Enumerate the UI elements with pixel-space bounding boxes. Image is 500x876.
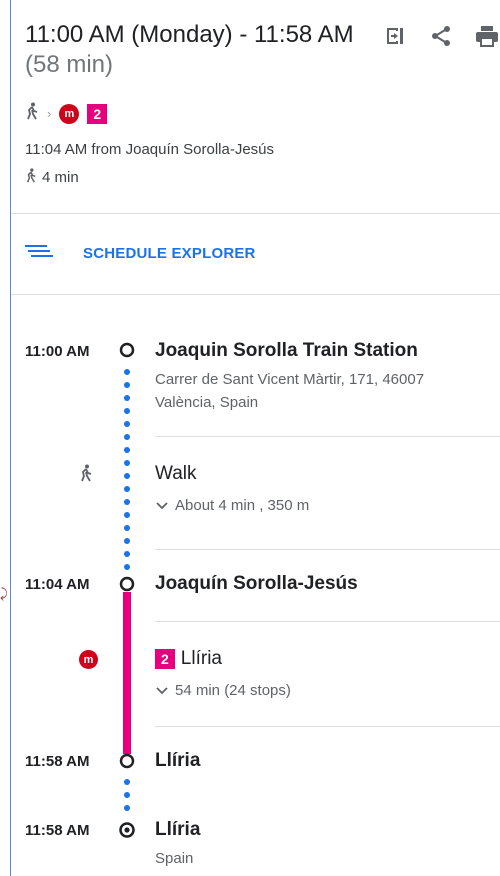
directions-panel: 11:00 AM (Monday) - 11:58 AM (58 min) › … [10,0,500,876]
metro-icon: m [79,650,98,669]
walk-details-toggle[interactable]: About 4 min , 350 m [155,497,309,514]
start-node [119,342,135,358]
start-address-line1: Carrer de Sant Vicent Màrtir, 171, 46007 [155,371,425,388]
walk-detail-text: About 4 min , 350 m [175,497,310,514]
walk-segment: Walk [155,463,197,485]
walk-dots-end [124,779,130,811]
transit-segment: 2 Llíria [155,648,222,670]
transit-detail-text: 54 min (24 stops) [175,682,291,699]
destination-time: 11:58 AM [25,822,90,839]
alight-time: 11:58 AM [25,753,90,770]
alight-stop-name[interactable]: Llíria [155,750,200,772]
divider [155,726,500,727]
line-badge: 2 [155,649,175,669]
board-node [119,576,135,592]
board-stop-name[interactable]: Joaquín Sorolla-Jesús [155,573,358,595]
walk-icon [79,464,93,487]
board-time: 11:04 AM [25,576,90,593]
divider [155,621,500,622]
divider [155,436,500,437]
chevron-down-icon [155,497,169,514]
transit-line-bar [123,592,131,754]
destination-country: Spain [155,850,194,867]
transit-headsign: Llíria [180,648,222,669]
start-stop-name[interactable]: Joaquin Sorolla Train Station [155,340,418,362]
alight-node [119,753,135,769]
start-time: 11:00 AM [25,343,90,360]
transit-details-toggle[interactable]: 54 min (24 stops) [155,682,291,699]
walk-label: Walk [155,463,197,484]
start-address-line2: València, Spain [155,394,259,411]
destination-name[interactable]: Llíria [155,819,200,841]
walk-dots-start [124,369,130,570]
edge-arrow-icon: ⤸ [0,586,8,601]
chevron-down-icon [155,682,169,699]
route-timeline [119,342,135,838]
divider [155,549,500,550]
